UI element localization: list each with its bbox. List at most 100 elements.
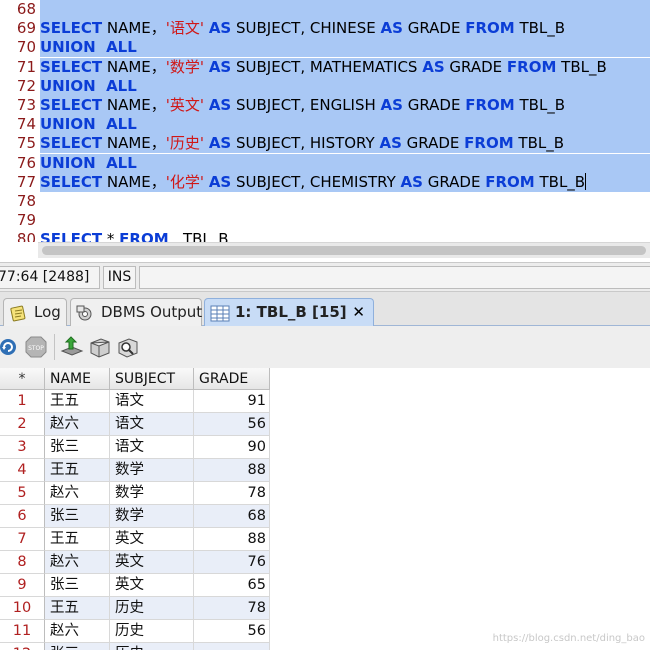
grade-cell[interactable]: 78 — [194, 597, 270, 620]
subject-cell[interactable]: 英文 — [110, 528, 194, 551]
row-number-cell[interactable]: 1 — [0, 390, 45, 413]
name-cell[interactable]: 张三 — [45, 505, 110, 528]
name-cell[interactable]: 王五 — [45, 459, 110, 482]
table-row[interactable]: 12张三历史 — [0, 643, 270, 650]
result-grid[interactable]: * NAME SUBJECT GRADE 1 王五 语文 91 2 赵六 语文 56 3 张三 语文… — [0, 368, 650, 650]
name-cell[interactable]: 赵六 — [45, 413, 110, 436]
name-cell[interactable]: 张三 — [45, 643, 110, 650]
code-line[interactable]: 68 — [0, 0, 650, 19]
row-number-cell[interactable]: 12 — [0, 643, 45, 650]
row-number-cell[interactable]: 3 — [0, 436, 45, 459]
code-line[interactable]: 72 UNION ALL — [0, 76, 650, 96]
subject-cell[interactable]: 语文 — [110, 413, 194, 436]
subject-cell[interactable]: 历史 — [110, 597, 194, 620]
tab-dbms-output[interactable]: DBMS Output — [70, 298, 202, 326]
subject-cell[interactable]: 历史 — [110, 643, 194, 650]
query-details-icon[interactable] — [116, 335, 140, 359]
row-number-cell[interactable]: 7 — [0, 528, 45, 551]
row-number-cell[interactable]: 8 — [0, 551, 45, 574]
grade-cell[interactable]: 91 — [194, 390, 270, 413]
editor-horizontal-scrollbar[interactable] — [38, 242, 650, 258]
name-cell[interactable]: 赵六 — [45, 620, 110, 643]
table-row[interactable]: 8 赵六 英文 76 — [0, 551, 270, 574]
grade-cell[interactable]: 68 — [194, 505, 270, 528]
stop-icon[interactable]: STOP — [24, 335, 48, 359]
subject-cell[interactable]: 英文 — [110, 574, 194, 597]
grade-cell[interactable]: 90 — [194, 436, 270, 459]
sql-keyword: FROM — [506, 57, 557, 76]
status-message-area — [139, 266, 650, 289]
line-number: 80 — [16, 230, 36, 242]
row-number-cell[interactable]: 5 — [0, 482, 45, 505]
tab-log[interactable]: Log — [3, 298, 67, 326]
grade-cell[interactable]: 88 — [194, 459, 270, 482]
code-line[interactable]: 77 SELECT NAME，'化学' AS SUBJECT, CHEMISTRY… — [0, 172, 650, 192]
name-cell[interactable]: 王五 — [45, 390, 110, 413]
table-row[interactable]: 9 张三 英文 65 — [0, 574, 270, 597]
code-line[interactable]: 79 — [0, 211, 650, 230]
table-row[interactable]: 2 赵六 语文 56 — [0, 413, 270, 436]
row-number-cell[interactable]: 9 — [0, 574, 45, 597]
row-number-cell[interactable]: 11 — [0, 620, 45, 643]
grade-cell[interactable]: 88 — [194, 528, 270, 551]
grade-cell[interactable]: 56 — [194, 620, 270, 643]
export-icon[interactable] — [60, 335, 84, 359]
scrollbar-thumb[interactable] — [42, 246, 646, 255]
subject-cell[interactable]: 英文 — [110, 551, 194, 574]
subject-cell[interactable]: 历史 — [110, 620, 194, 643]
code-line[interactable]: 74 UNION ALL — [0, 115, 650, 135]
insert-mode-indicator: INS — [103, 266, 136, 289]
code-line[interactable]: 78 — [0, 192, 650, 211]
sql-token: TBL_B — [514, 19, 566, 38]
grade-cell[interactable]: 78 — [194, 482, 270, 505]
subject-cell[interactable]: 数学 — [110, 505, 194, 528]
code-line[interactable]: 73 SELECT NAME，'英文' AS SUBJECT, ENGLISH A… — [0, 96, 650, 115]
grade-cell[interactable]: 76 — [194, 551, 270, 574]
code-line[interactable]: 71 SELECT NAME，'数学' AS SUBJECT, MATHEMATI… — [0, 57, 650, 77]
subject-cell[interactable]: 语文 — [110, 436, 194, 459]
column-header-grade[interactable]: GRADE — [194, 368, 270, 390]
name-cell[interactable]: 赵六 — [45, 482, 110, 505]
code-line[interactable]: 70 UNION ALL — [0, 38, 650, 58]
table-row[interactable]: 3 张三 语文 90 — [0, 436, 270, 459]
subject-cell[interactable]: 数学 — [110, 482, 194, 505]
row-number-cell[interactable]: 4 — [0, 459, 45, 482]
row-number-header[interactable]: * — [0, 368, 45, 390]
tab-tbl-b-results[interactable]: 1: TBL_B [15] ✕ — [204, 298, 374, 326]
subject-cell[interactable]: 语文 — [110, 390, 194, 413]
row-number-cell[interactable]: 2 — [0, 413, 45, 436]
grade-cell[interactable] — [194, 643, 270, 650]
grade-cell[interactable]: 65 — [194, 574, 270, 597]
line-number: 78 — [16, 192, 36, 210]
table-row[interactable]: 10 王五 历史 78 — [0, 597, 270, 620]
name-cell[interactable]: 张三 — [45, 574, 110, 597]
sql-token: NAME， — [102, 134, 166, 153]
subject-cell[interactable]: 数学 — [110, 459, 194, 482]
table-row[interactable]: 5 赵六 数学 78 — [0, 482, 270, 505]
column-header-subject[interactable]: SUBJECT — [110, 368, 194, 390]
watermark: https://blog.csdn.net/ding_bao — [492, 633, 645, 644]
refresh-icon[interactable] — [0, 335, 24, 359]
table-row[interactable]: 7 王五 英文 88 — [0, 528, 270, 551]
name-cell[interactable]: 赵六 — [45, 551, 110, 574]
row-number-cell[interactable]: 6 — [0, 505, 45, 528]
sql-editor[interactable]: 68 69 SELECT NAME，'语文' AS SUBJECT, CHINESE… — [0, 0, 650, 242]
sql-keyword: SELECT — [40, 19, 103, 38]
name-cell[interactable]: 张三 — [45, 436, 110, 459]
code-line[interactable]: 80 SELECT * FROM TBL_B — [0, 230, 650, 242]
row-number-cell[interactable]: 10 — [0, 597, 45, 620]
code-line[interactable]: 75 SELECT NAME，'历史' AS SUBJECT, HISTORY A… — [0, 134, 650, 154]
name-cell[interactable]: 王五 — [45, 597, 110, 620]
table-row[interactable]: 11 赵六 历史 56 — [0, 620, 270, 643]
column-header-name[interactable]: NAME — [45, 368, 110, 390]
table-row[interactable]: 6 张三 数学 68 — [0, 505, 270, 528]
grade-cell[interactable]: 56 — [194, 413, 270, 436]
table-row[interactable]: 1 王五 语文 91 — [0, 390, 270, 413]
name-cell[interactable]: 王五 — [45, 528, 110, 551]
close-icon[interactable]: ✕ — [352, 299, 365, 325]
code-line[interactable]: 76 UNION ALL — [0, 153, 650, 173]
table-row[interactable]: 4 王五 数学 88 — [0, 459, 270, 482]
code-line[interactable]: 69 SELECT NAME，'语文' AS SUBJECT, CHINESE A… — [0, 19, 650, 39]
sql-token: NAME， — [102, 96, 166, 114]
save-icon[interactable] — [88, 335, 112, 359]
